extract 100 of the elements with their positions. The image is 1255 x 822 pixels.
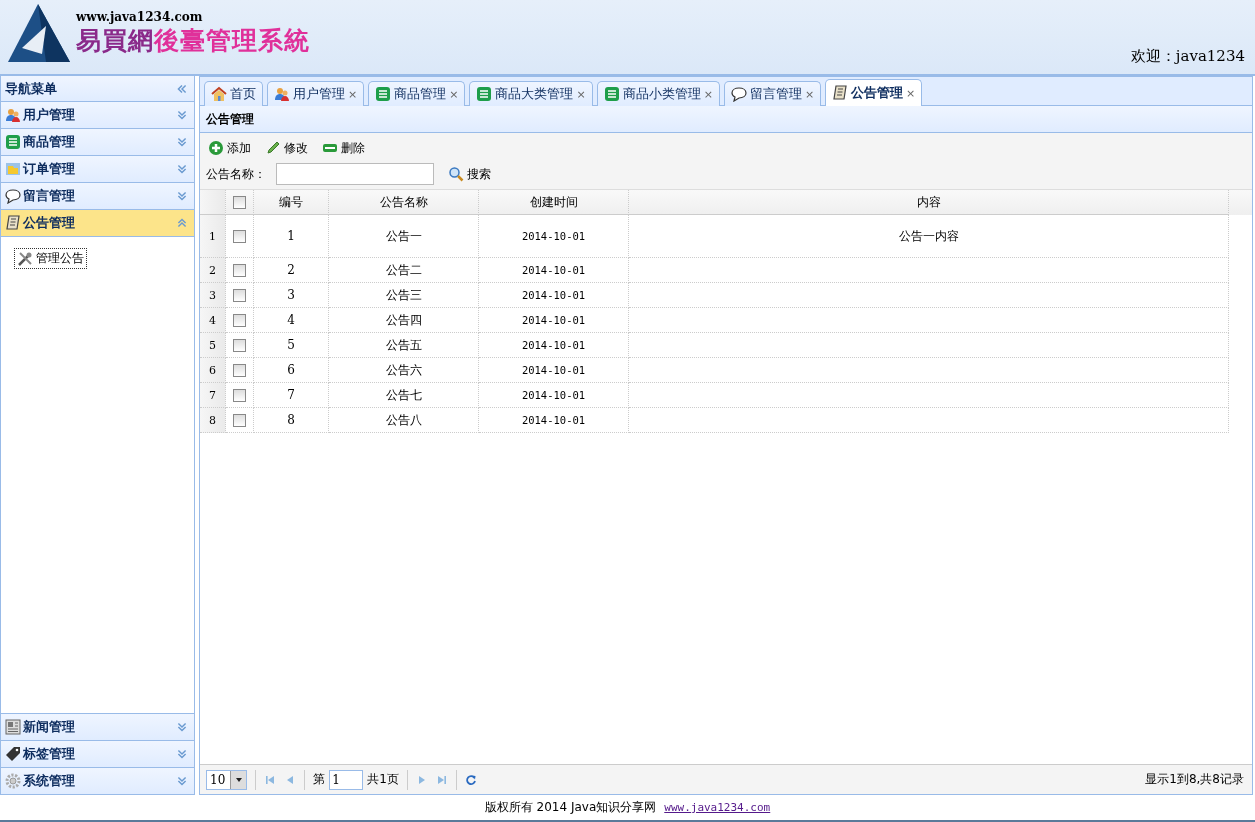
tools-icon bbox=[17, 250, 33, 267]
chevron-up-icon bbox=[176, 217, 188, 229]
close-icon[interactable]: × bbox=[348, 87, 358, 101]
table-cell: 2014-10-01 bbox=[479, 258, 629, 283]
checkbox[interactable] bbox=[233, 288, 246, 302]
table-cell: 8 bbox=[254, 408, 329, 433]
chevron-down-icon bbox=[176, 748, 188, 760]
table-cell: 5 bbox=[254, 333, 329, 358]
people-icon bbox=[274, 86, 290, 102]
table-cell: 2014-10-01 bbox=[479, 308, 629, 333]
app-title: 易買網後臺管理系統 bbox=[76, 24, 310, 57]
checkbox[interactable] bbox=[233, 195, 246, 209]
accordion-header[interactable]: 用户管理 bbox=[1, 102, 194, 129]
close-icon[interactable]: × bbox=[804, 87, 815, 101]
checkbox[interactable] bbox=[233, 413, 246, 427]
row-number: 8 bbox=[200, 408, 226, 433]
column-header[interactable]: 内容 bbox=[629, 190, 1229, 215]
table-cell: 7 bbox=[254, 383, 329, 408]
toolbar-button[interactable]: 删除 bbox=[320, 137, 373, 159]
page-size-select[interactable]: 10 bbox=[206, 769, 248, 790]
table-cell: 公告二 bbox=[329, 258, 479, 283]
column-header[interactable]: 创建时间 bbox=[479, 190, 629, 215]
chevron-down-icon bbox=[176, 190, 188, 202]
tab[interactable]: 首页 bbox=[204, 81, 263, 106]
list-icon bbox=[375, 86, 392, 102]
table-cell: 2014-10-01 bbox=[479, 408, 629, 433]
tab[interactable]: 用户管理 × bbox=[267, 81, 365, 106]
table-cell: 公告五 bbox=[329, 333, 479, 358]
pencil-icon bbox=[265, 140, 281, 156]
search-button[interactable]: 搜索 bbox=[446, 163, 499, 185]
page-label: 第 bbox=[313, 771, 326, 788]
row-number: 5 bbox=[200, 333, 226, 358]
accordion-header[interactable]: 新闻管理 bbox=[1, 714, 194, 741]
table-cell: 公告三 bbox=[329, 283, 479, 308]
checkbox[interactable] bbox=[233, 388, 246, 402]
close-icon[interactable]: × bbox=[906, 86, 916, 100]
list-icon bbox=[5, 134, 21, 150]
caret-icon bbox=[234, 775, 243, 784]
newspaper-icon bbox=[5, 719, 21, 735]
row-number: 2 bbox=[200, 258, 226, 283]
accordion-header[interactable]: 公告管理 bbox=[1, 210, 194, 237]
table-cell: 公告六 bbox=[329, 358, 479, 383]
tag-icon bbox=[5, 746, 21, 762]
close-icon[interactable]: × bbox=[703, 87, 713, 101]
chevron-down-icon bbox=[176, 163, 188, 175]
accordion-header[interactable]: 商品管理 bbox=[1, 129, 194, 156]
refresh-icon[interactable] bbox=[464, 773, 477, 786]
search-field[interactable] bbox=[276, 163, 434, 185]
table-cell: 6 bbox=[254, 358, 329, 383]
table-cell: 公告八 bbox=[329, 408, 479, 433]
checkbox[interactable] bbox=[233, 313, 246, 327]
checkbox[interactable] bbox=[233, 229, 246, 243]
tab[interactable]: 商品小类管理 × bbox=[596, 81, 720, 106]
chevron-down-icon bbox=[176, 721, 188, 733]
table-cell: 公告一内容 bbox=[629, 215, 1229, 258]
table-cell: 2014-10-01 bbox=[479, 333, 629, 358]
site-url: www.java1234.com bbox=[76, 9, 204, 24]
tree-item[interactable]: 管理公告 bbox=[15, 249, 86, 268]
checkbox[interactable] bbox=[233, 363, 246, 377]
close-icon[interactable]: × bbox=[449, 87, 459, 101]
table-cell: 2014-10-01 bbox=[479, 383, 629, 408]
people-icon bbox=[5, 107, 21, 123]
tab[interactable]: 公告管理 × bbox=[825, 79, 923, 106]
table-cell: 公告一 bbox=[329, 215, 479, 258]
list-icon bbox=[603, 86, 620, 102]
table-cell: 2014-10-01 bbox=[479, 358, 629, 383]
column-header[interactable]: 编号 bbox=[254, 190, 329, 215]
page-number-field[interactable]: 1 bbox=[329, 769, 364, 790]
first-page-icon[interactable] bbox=[264, 773, 277, 786]
accordion-header[interactable]: 系统管理 bbox=[1, 768, 194, 795]
table-cell: 2 bbox=[254, 258, 329, 283]
accordion-header[interactable]: 标签管理 bbox=[1, 741, 194, 768]
tab[interactable]: 留言管理 × bbox=[723, 81, 822, 106]
checkbox[interactable] bbox=[233, 338, 246, 352]
close-icon[interactable]: × bbox=[576, 87, 586, 101]
list-icon bbox=[476, 86, 493, 102]
toolbar-button[interactable]: 修改 bbox=[263, 137, 316, 159]
gear-icon bbox=[5, 773, 21, 789]
column-header[interactable]: 公告名称 bbox=[329, 190, 479, 215]
speech-bubble-icon bbox=[730, 86, 747, 102]
accordion-header[interactable]: 订单管理 bbox=[1, 156, 194, 183]
tab[interactable]: 商品大类管理 × bbox=[469, 81, 593, 106]
accordion-header[interactable]: 留言管理 bbox=[1, 183, 194, 210]
footer-link[interactable]: www.java1234.com bbox=[664, 801, 771, 814]
home-icon bbox=[211, 86, 227, 102]
page-total: 共1页 bbox=[367, 771, 399, 788]
collapse-icon[interactable] bbox=[176, 82, 188, 95]
row-number: 4 bbox=[200, 308, 226, 333]
tab[interactable]: 商品管理 × bbox=[368, 81, 466, 106]
triangle-logo bbox=[8, 4, 70, 62]
chevron-down-icon bbox=[176, 109, 188, 121]
checkbox[interactable] bbox=[233, 263, 246, 277]
table-cell: 公告四 bbox=[329, 308, 479, 333]
scroll-icon bbox=[5, 215, 21, 231]
row-number: 6 bbox=[200, 358, 226, 383]
table-cell: 公告七 bbox=[329, 383, 479, 408]
chevron-down-icon bbox=[176, 775, 188, 787]
last-page-icon[interactable] bbox=[435, 773, 448, 786]
toolbar-button[interactable]: 添加 bbox=[206, 137, 259, 159]
scroll-icon bbox=[832, 85, 849, 101]
